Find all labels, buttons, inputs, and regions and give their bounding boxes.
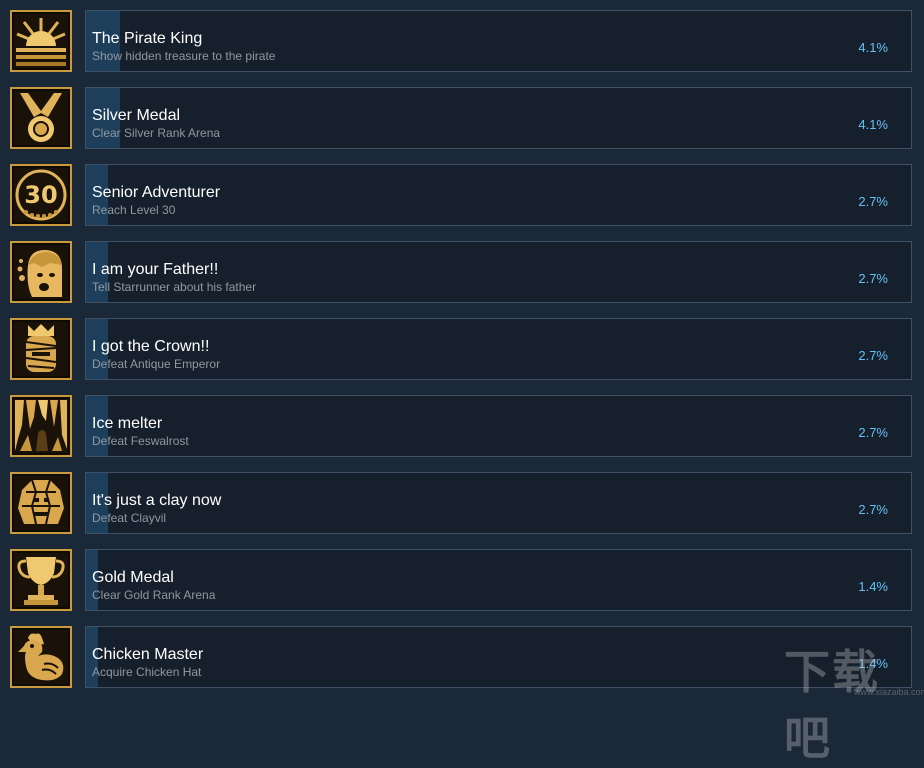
achievement-percent: 4.1% (858, 40, 888, 55)
achievement-percent: 2.7% (858, 194, 888, 209)
achievement-row-crown[interactable]: I got the Crown!! Defeat Antique Emperor… (0, 318, 924, 384)
ice-cave-icon (10, 395, 72, 457)
trophy-icon (10, 549, 72, 611)
achievement-row-senior-adventurer[interactable]: 30 Senior Adventurer Reach Level 30 2.7% (0, 164, 924, 230)
medal-icon (10, 87, 72, 149)
sunrise-icon (10, 10, 72, 72)
achievement-panel: I got the Crown!! Defeat Antique Emperor… (85, 318, 912, 380)
achievement-title: The Pirate King (92, 30, 203, 47)
achievement-row-ice-melter[interactable]: Ice melter Defeat Feswalrost 2.7% (0, 395, 924, 461)
achievement-panel: The Pirate King Show hidden treasure to … (85, 10, 912, 72)
level-number: 30 (24, 181, 57, 209)
achievement-row-pirate-king[interactable]: The Pirate King Show hidden treasure to … (0, 10, 924, 76)
watermark-url: www.xiazaiba.com (854, 687, 924, 697)
achievement-percent: 2.7% (858, 348, 888, 363)
achievement-description: Acquire Chicken Hat (92, 665, 202, 679)
mummy-crown-icon (10, 318, 72, 380)
achievement-description: Reach Level 30 (92, 203, 176, 217)
achievement-description: Defeat Clayvil (92, 511, 167, 525)
achievement-title: Senior Adventurer (92, 184, 221, 201)
achievement-percent: 2.7% (858, 425, 888, 440)
achievement-panel: Gold Medal Clear Gold Rank Arena 1.4% (85, 549, 912, 611)
achievement-row-silver-medal[interactable]: Silver Medal Clear Silver Rank Arena 4.1… (0, 87, 924, 153)
achievement-title: It's just a clay now (92, 492, 222, 509)
achievement-title: I am your Father!! (92, 261, 219, 278)
achievement-panel: Ice melter Defeat Feswalrost 2.7% (85, 395, 912, 457)
achievement-description: Tell Starrunner about his father (92, 280, 257, 294)
chicken-icon (10, 626, 72, 688)
achievement-description: Defeat Antique Emperor (92, 357, 221, 371)
achievement-description: Clear Gold Rank Arena (92, 588, 216, 602)
achievement-title: Ice melter (92, 415, 163, 432)
achievement-row-your-father[interactable]: I am your Father!! Tell Starrunner about… (0, 241, 924, 307)
achievement-title: I got the Crown!! (92, 338, 210, 355)
achievement-percent: 2.7% (858, 502, 888, 517)
achievement-description: Defeat Feswalrost (92, 434, 189, 448)
achievement-panel: Silver Medal Clear Silver Rank Arena 4.1… (85, 87, 912, 149)
achievement-row-gold-medal[interactable]: Gold Medal Clear Gold Rank Arena 1.4% (0, 549, 924, 615)
achievement-title: Gold Medal (92, 569, 174, 586)
shocked-face-icon (10, 241, 72, 303)
achievement-percent: 1.4% (858, 579, 888, 594)
clay-golem-icon (10, 472, 72, 534)
level-30-icon: 30 (10, 164, 72, 226)
achievement-percent: 2.7% (858, 271, 888, 286)
achievement-panel: Senior Adventurer Reach Level 30 2.7% (85, 164, 912, 226)
achievement-title: Silver Medal (92, 107, 181, 124)
achievement-description: Show hidden treasure to the pirate (92, 49, 276, 63)
watermark: 下载吧 (784, 645, 880, 765)
achievement-title: Chicken Master (92, 646, 204, 663)
achievement-description: Clear Silver Rank Arena (92, 126, 221, 140)
achievement-panel: I am your Father!! Tell Starrunner about… (85, 241, 912, 303)
achievement-panel: It's just a clay now Defeat Clayvil 2.7% (85, 472, 912, 534)
achievement-row-clay[interactable]: It's just a clay now Defeat Clayvil 2.7% (0, 472, 924, 538)
achievement-percent: 4.1% (858, 117, 888, 132)
